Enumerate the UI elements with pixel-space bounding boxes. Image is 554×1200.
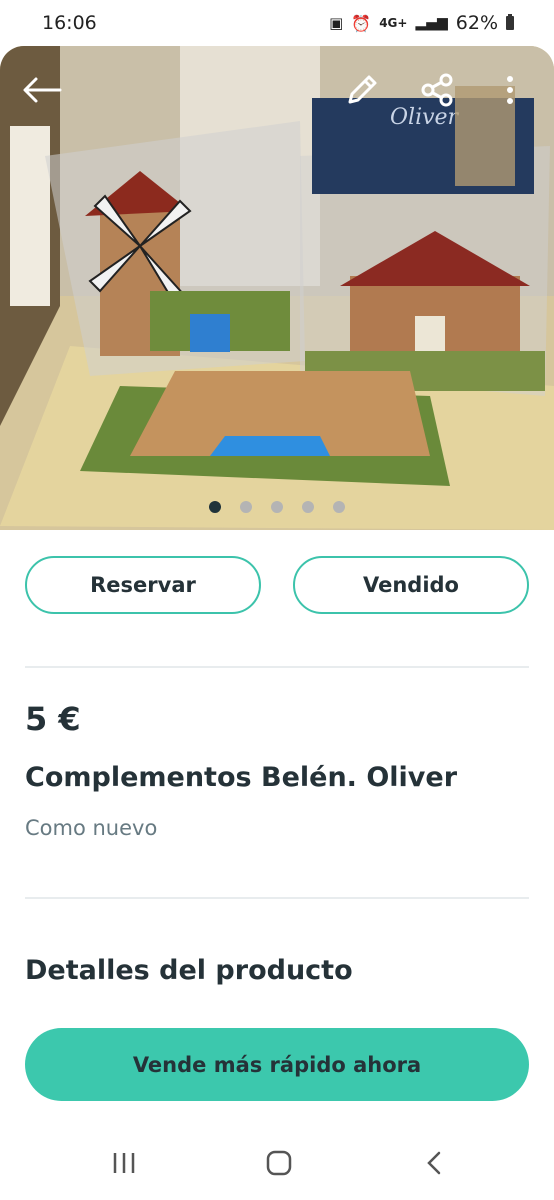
home-button[interactable]	[249, 1138, 309, 1188]
product-condition: Como nuevo	[25, 816, 158, 840]
divider	[25, 666, 529, 668]
network-type: 4G+	[379, 16, 408, 30]
pagination-dot[interactable]	[333, 501, 345, 513]
pagination-dot[interactable]	[271, 501, 283, 513]
arrow-left-icon	[23, 77, 62, 103]
edit-button[interactable]	[340, 68, 384, 112]
share-button[interactable]	[415, 68, 459, 112]
status-icons: ▣ ⏰ 4G+ ▂▄▆ 62%	[329, 12, 514, 34]
nav-back-icon	[427, 1151, 441, 1175]
lock-notification-icon: ▣	[329, 14, 344, 32]
battery-icon	[506, 14, 514, 30]
product-title: Complementos Belén. Oliver	[25, 762, 458, 793]
pagination-dot[interactable]	[240, 501, 252, 513]
product-photo: Oliver	[0, 46, 554, 530]
sold-button[interactable]: Vendido	[293, 556, 529, 614]
status-time: 16:06	[42, 12, 97, 34]
details-heading: Detalles del producto	[25, 955, 353, 986]
back-button[interactable]	[20, 68, 64, 112]
reserve-button[interactable]: Reservar	[25, 556, 261, 614]
status-bar: 16:06 ▣ ⏰ 4G+ ▂▄▆ 62%	[0, 0, 554, 46]
share-icon	[421, 73, 453, 107]
recent-apps-icon	[113, 1153, 135, 1173]
product-price: 5 €	[25, 700, 81, 738]
home-icon	[266, 1150, 292, 1176]
pagination-dot[interactable]	[302, 501, 314, 513]
pencil-icon	[348, 75, 377, 104]
nav-back-button[interactable]	[404, 1138, 464, 1188]
product-image-gallery[interactable]: Oliver	[0, 46, 554, 530]
signal-icon: ▂▄▆	[415, 15, 448, 31]
system-nav-bar	[0, 1128, 554, 1200]
battery-percent: 62%	[455, 12, 498, 34]
more-vertical-icon	[507, 76, 513, 104]
more-button[interactable]	[492, 68, 528, 112]
divider	[25, 897, 529, 899]
gallery-pagination	[0, 501, 554, 513]
pagination-dot[interactable]	[209, 501, 221, 513]
listing-actions: Reservar Vendido	[25, 556, 529, 614]
recent-apps-button[interactable]	[94, 1138, 154, 1188]
boost-sale-button[interactable]: Vende más rápido ahora	[25, 1028, 529, 1101]
alarm-icon: ⏰	[351, 13, 372, 33]
